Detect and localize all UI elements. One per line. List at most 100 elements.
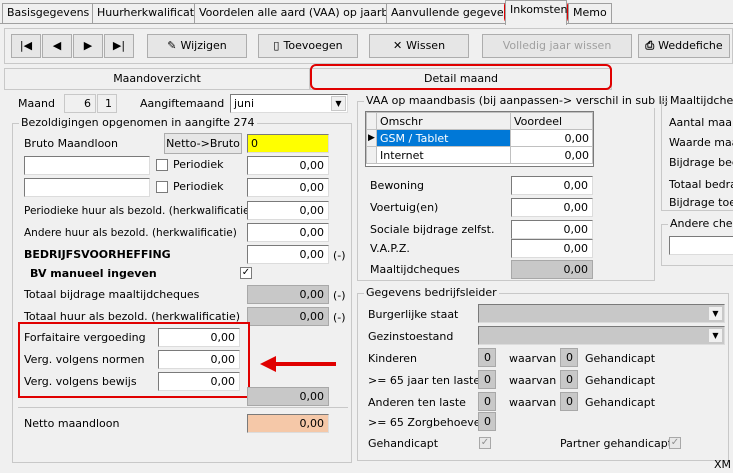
netto-field: 0,00 xyxy=(247,414,329,433)
vaa-row-name[interactable]: GSM / Tablet xyxy=(376,129,511,147)
forfaitaire-input[interactable]: 0,00 xyxy=(158,328,240,347)
periodiek-label-2: Periodiek xyxy=(173,180,224,193)
andere-cheques-input[interactable] xyxy=(669,236,733,255)
row-pointer-icon: ▶ xyxy=(366,129,377,147)
vaa-row-name[interactable]: Internet xyxy=(376,146,511,164)
sociale-label: Sociale bijdrage zelfst. xyxy=(370,223,495,236)
aantal-label: Aantal maalti xyxy=(669,116,733,129)
declaration-month-select[interactable]: juni ▼ xyxy=(230,94,348,113)
vaa-row-value[interactable]: 0,00 xyxy=(510,129,593,147)
oud65-label: >= 65 jaar ten laste xyxy=(368,374,481,387)
netto-bruto-button[interactable]: Netto->Bruto xyxy=(164,133,242,154)
periodiek-checkbox-1[interactable] xyxy=(156,159,168,171)
vapz-input[interactable]: 0,00 xyxy=(511,239,593,258)
voertuig-input[interactable]: 0,00 xyxy=(511,198,593,217)
andere-cheques-title: Andere cheq xyxy=(668,217,733,231)
oud65-hc-field: 0 xyxy=(560,370,578,389)
waarvan-label: waarvan xyxy=(509,396,557,409)
periodiek-checkbox-2[interactable] xyxy=(156,181,168,193)
bruto-label: Bruto Maandloon xyxy=(24,137,118,150)
verg-normen-label: Verg. volgens normen xyxy=(24,353,145,366)
periodieke-huur-label: Periodieke huur als bezold. (herkwalific… xyxy=(24,205,254,217)
gehandicapt-checkbox[interactable]: ✓ xyxy=(479,437,491,449)
extra-description-input-1[interactable] xyxy=(24,156,150,175)
tab-inkomsten[interactable]: Inkomsten xyxy=(505,0,567,25)
tab-basisgegevens[interactable]: Basisgegevens xyxy=(2,3,95,23)
print-button[interactable]: ⎙ Weddefiche xyxy=(638,34,730,58)
andere-huur-input[interactable]: 0,00 xyxy=(247,223,329,242)
col-omschr-header[interactable]: Omschr xyxy=(376,112,511,130)
full-year-delete-button[interactable]: Volledig jaar wissen xyxy=(482,34,632,58)
gehandicapt-label: Gehandicapt xyxy=(585,352,656,365)
declaration-month-label: Aangiftemaand xyxy=(140,97,225,110)
kinderen-label: Kinderen xyxy=(368,352,418,365)
edit-button[interactable]: ✎ Wijzigen xyxy=(147,34,247,58)
vaa-title: VAA op maandbasis (bij aanpassen-> versc… xyxy=(364,94,682,108)
partner-label: Partner gehandicapt xyxy=(560,437,673,450)
month-label: Maand xyxy=(18,97,55,110)
month-number-field: 6 xyxy=(64,94,96,113)
sociale-input[interactable]: 0,00 xyxy=(511,220,593,239)
extra-amount-input-2[interactable]: 0,00 xyxy=(247,178,329,197)
totaal-huur-field: 0,00 xyxy=(247,307,329,326)
partner-checkbox[interactable]: ✓ xyxy=(669,437,681,449)
waarde-label: Waarde maal xyxy=(669,136,733,149)
bewoning-input[interactable]: 0,00 xyxy=(511,176,593,195)
bijdrage-label: Bijdrage bedri xyxy=(669,156,733,169)
subtab-maandoverzicht[interactable]: Maandoverzicht xyxy=(4,68,310,90)
gezin-select[interactable]: ▼ xyxy=(478,326,725,345)
printer-icon: ⎙ xyxy=(645,39,655,52)
verg-normen-input[interactable]: 0,00 xyxy=(158,350,240,369)
periodieke-huur-input[interactable]: 0,00 xyxy=(247,201,329,220)
burgerlijke-label: Burgerlijke staat xyxy=(368,308,459,321)
x-icon: ✕ xyxy=(392,39,403,52)
last-record-button[interactable]: ▶| xyxy=(104,34,134,58)
next-record-button[interactable]: ▶ xyxy=(73,34,103,58)
gehandicapt-label: Gehandicapt xyxy=(585,396,656,409)
table-row[interactable]: ▶ GSM / Tablet 0,00 xyxy=(366,129,593,147)
tab-huurherkwalificatie[interactable]: Huurherkwalificatie xyxy=(92,3,209,23)
totaal-maaltijd-field: 0,00 xyxy=(247,285,329,304)
prev-record-button[interactable]: ◀ xyxy=(42,34,72,58)
chevron-down-icon: ▼ xyxy=(708,328,723,343)
extra-description-input-2[interactable] xyxy=(24,178,150,197)
verg-bewijs-input[interactable]: 0,00 xyxy=(158,372,240,391)
tab-memo[interactable]: Memo xyxy=(568,3,612,23)
gehandicapt-label: Gehandicapt xyxy=(585,374,656,387)
kinderen-field: 0 xyxy=(478,348,496,367)
maaltijd-label: Maaltijdcheques xyxy=(370,263,460,276)
first-record-button[interactable]: |◀ xyxy=(11,34,41,58)
bedrijfsvoorheffing-label: BEDRIJFSVOORHEFFING xyxy=(24,248,171,261)
tab-aanvullende-gegevens[interactable]: Aanvullende gegevens xyxy=(386,3,522,23)
burgerlijke-select[interactable]: ▼ xyxy=(478,304,725,323)
bedrijfsvoorheffing-input[interactable]: 0,00 xyxy=(247,245,329,264)
anderen-field: 0 xyxy=(478,392,496,411)
footer-text: XM xyxy=(714,458,732,471)
vapz-label: V.A.P.Z. xyxy=(370,242,410,255)
bv-manual-checkbox[interactable]: ✓ xyxy=(240,267,252,279)
new-document-icon: ▯ xyxy=(273,39,280,52)
zorg-field: 0 xyxy=(478,412,496,431)
extra-amount-input-1[interactable]: 0,00 xyxy=(247,156,329,175)
verg-bewijs-label: Verg. volgens bewijs xyxy=(24,375,137,388)
delete-button[interactable]: ✕ Wissen xyxy=(369,34,469,58)
add-button[interactable]: ▯ Toevoegen xyxy=(258,34,358,58)
vergoedingen-subtotal-field: 0,00 xyxy=(247,387,329,406)
vaa-grid: Omschr Voordeel ▶ GSM / Tablet 0,00 Inte… xyxy=(365,111,594,167)
bruto-input[interactable]: 0 xyxy=(247,134,329,153)
bv-minus-unit: (-) xyxy=(333,249,346,262)
bv-manual-label: BV manueel ingeven xyxy=(30,267,157,280)
table-row[interactable]: Internet 0,00 xyxy=(366,146,593,164)
annotation-highlight-detail-maand xyxy=(310,64,612,90)
anderen-hc-field: 0 xyxy=(560,392,578,411)
anderen-label: Anderen ten laste xyxy=(368,396,466,409)
chevron-down-icon: ▼ xyxy=(708,306,723,321)
tab-vaa-jaarbasis[interactable]: Voordelen alle aard (VAA) op jaarbasis xyxy=(194,3,415,23)
maaltijdcheques-title: Maaltijdche xyxy=(668,94,733,108)
gezin-label: Gezinstoestand xyxy=(368,330,454,343)
waarvan-label: waarvan xyxy=(509,352,557,365)
tab-bar: Basisgegevens Huurherkwalificatie Voorde… xyxy=(0,0,733,25)
vaa-row-value[interactable]: 0,00 xyxy=(510,146,593,164)
oud65-field: 0 xyxy=(478,370,496,389)
col-voordeel-header[interactable]: Voordeel xyxy=(510,112,593,130)
